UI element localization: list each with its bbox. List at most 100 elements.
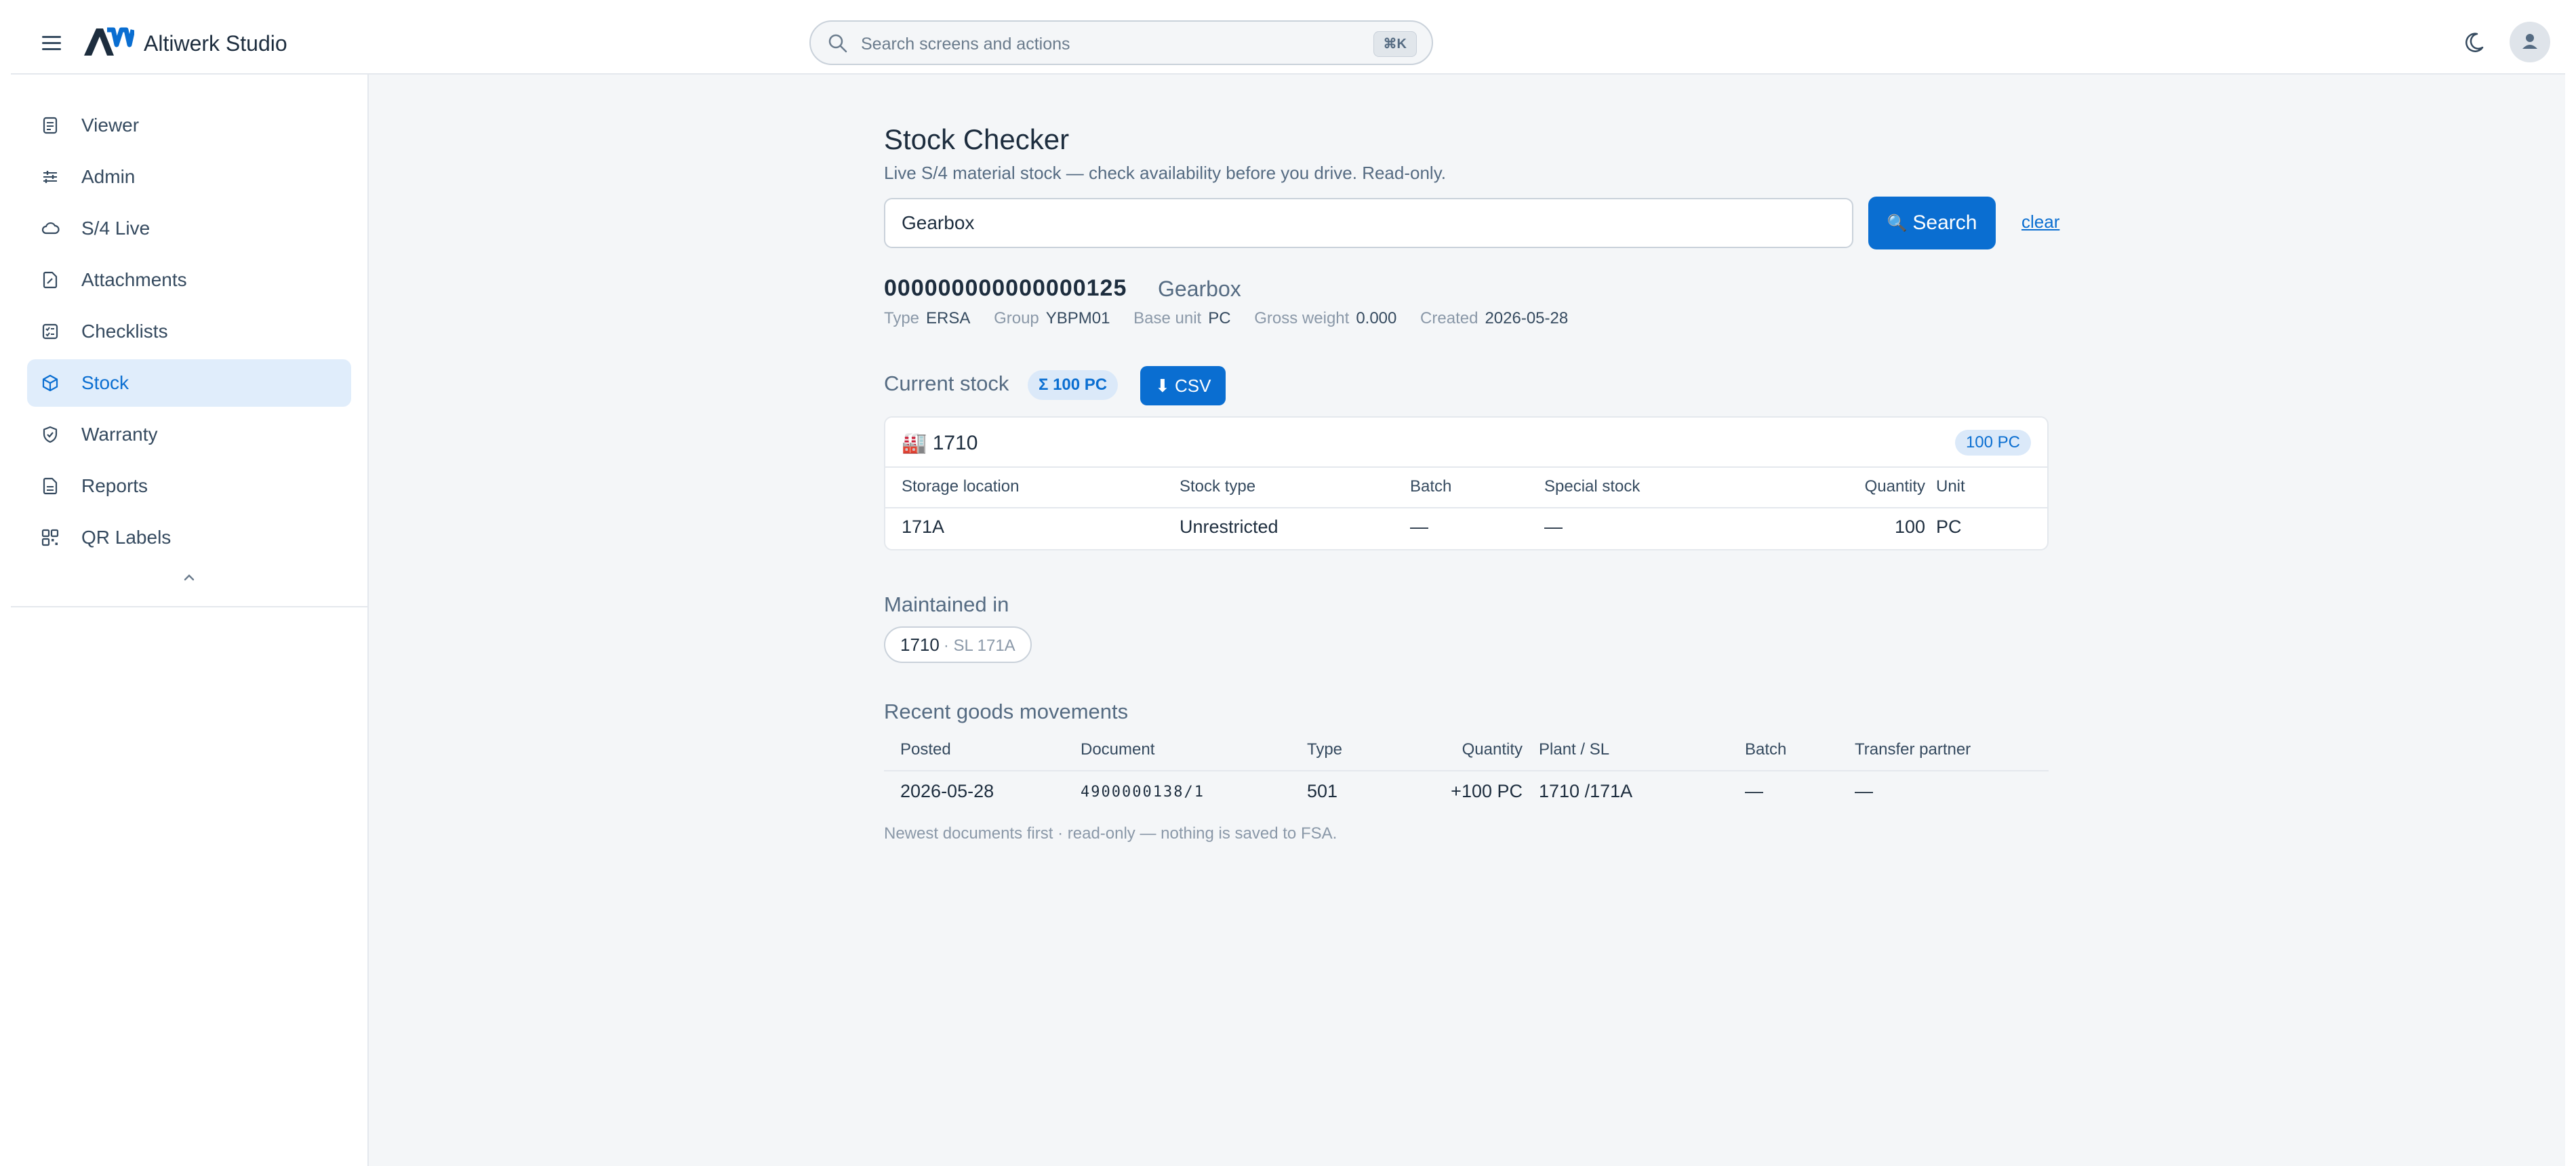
cell-storage-location: 171A (902, 517, 945, 537)
moon-icon[interactable] (2462, 31, 2485, 54)
column-header: Batch (1745, 740, 1787, 759)
cell-stock-type: Unrestricted (1180, 517, 1279, 537)
chevron-up-icon[interactable] (179, 569, 199, 586)
csv-export-button[interactable]: ⬇ CSV (1140, 366, 1226, 405)
search-button[interactable]: 🔍 Search (1868, 197, 1996, 249)
sidebar-item-warranty[interactable]: Warranty (27, 411, 351, 458)
sliders-icon (43, 171, 57, 183)
current-stock-title: Current stock (884, 371, 1009, 395)
sidebar-item-label: Stock (81, 372, 129, 393)
sidebar-item-admin[interactable]: Admin (27, 153, 351, 201)
page-subtitle: Live S/4 material stock — check availabi… (884, 163, 1447, 183)
sidebar-item-label: Admin (81, 166, 136, 187)
document-icon (43, 117, 58, 134)
chip-plant: 1710 (900, 635, 940, 655)
sidebar-item-label: QR Labels (81, 527, 172, 548)
sidebar-item-label: S/4 Live (81, 218, 150, 239)
cell-quantity: +100 PC (1451, 781, 1523, 801)
column-header: Quantity (1864, 477, 1925, 496)
app-window: Altiwerk Studio ⌘K Viewer Admin (11, 11, 2565, 1166)
column-header: Document (1081, 740, 1155, 759)
user-icon (2522, 34, 2537, 49)
box-icon (42, 374, 58, 392)
sidebar-item-s4-live[interactable]: S/4 Live (27, 205, 351, 252)
sidebar-item-reports[interactable]: Reports (27, 462, 351, 510)
cell-transfer-partner: — (1855, 781, 1873, 801)
checklist-icon (42, 323, 58, 340)
sidebar-item-attachments[interactable]: Attachments (27, 256, 351, 304)
meta-value: 0.000 (1356, 309, 1397, 327)
row-divider (885, 507, 2047, 508)
movements-title: Recent goods movements (884, 700, 1129, 723)
column-header: Posted (900, 740, 951, 759)
cell-type: 501 (1307, 781, 1338, 801)
cloud-icon (41, 222, 60, 235)
movements-table: Posted Document Type Quantity Plant / SL… (884, 740, 2049, 815)
plant-chip[interactable]: 1710 · SL 171A (884, 626, 1032, 663)
global-search-input[interactable] (860, 30, 1337, 58)
magnifier-icon: 🔍 (1887, 214, 1908, 233)
cell-posted: 2026-05-28 (900, 781, 994, 801)
shield-icon (43, 426, 58, 443)
material-description: Gearbox (1158, 277, 1241, 301)
cell-document[interactable]: 4900000138/1 (1081, 784, 1205, 801)
material-search-input[interactable] (884, 198, 1853, 248)
app-title: Altiwerk Studio (144, 31, 287, 56)
cell-unit: PC (1936, 517, 1962, 537)
sidebar-item-label: Checklists (81, 321, 168, 342)
column-header: Special stock (1544, 477, 1641, 496)
search-button-label: Search (1912, 212, 1977, 234)
column-header: Plant / SL (1539, 740, 1610, 759)
shortcut-badge: ⌘K (1373, 31, 1417, 57)
material-number: 000000000000000125 (884, 275, 1127, 301)
sidebar-divider (11, 606, 367, 607)
maintained-in-title: Maintained in (884, 592, 1009, 616)
meta-value: ERSA (926, 309, 971, 327)
sidebar-item-checklists[interactable]: Checklists (27, 308, 351, 355)
column-header: Transfer partner (1855, 740, 1971, 759)
top-bar: Altiwerk Studio ⌘K (11, 11, 2565, 75)
sidebar-item-label: Attachments (81, 269, 187, 290)
row-divider (884, 770, 2049, 771)
menu-icon[interactable] (39, 31, 64, 55)
stock-total-badge: Σ 100 PC (1028, 370, 1119, 400)
meta-label: Gross weight (1254, 309, 1350, 327)
clear-link[interactable]: clear (2021, 212, 2059, 233)
meta-label: Type (884, 309, 920, 327)
plant-stock-card: 🏭 1710 100 PC Storage location Stock typ… (884, 416, 2049, 550)
sidebar: Viewer Admin S/4 Live Attachments Checkl… (11, 75, 369, 1166)
material-meta: Type ERSA Group YBPM01 Base unit PC Gross w… (884, 309, 1587, 328)
report-icon (43, 477, 58, 495)
avatar[interactable] (2510, 22, 2550, 62)
cell-batch: — (1745, 781, 1763, 801)
cell-special-stock: — (1544, 517, 1563, 537)
plant-label: 🏭 1710 (902, 432, 978, 454)
sidebar-item-viewer[interactable]: Viewer (27, 102, 351, 149)
meta-value: YBPM01 (1045, 309, 1110, 327)
sidebar-item-label: Warranty (81, 424, 158, 445)
search-icon (828, 34, 847, 53)
meta-label: Group (994, 309, 1039, 327)
column-header: Stock type (1180, 477, 1256, 496)
column-header: Storage location (902, 477, 1020, 496)
page-title: Stock Checker (884, 123, 1070, 155)
column-header: Unit (1936, 477, 1965, 496)
cell-quantity: 100 (1894, 517, 1925, 537)
logo (84, 27, 134, 56)
meta-value: PC (1208, 309, 1231, 327)
movements-footnote: Newest documents first · read-only — not… (884, 824, 1337, 843)
sidebar-item-label: Reports (81, 475, 148, 496)
plant-card-header: 🏭 1710 100 PC (885, 418, 2047, 468)
attachment-icon (43, 271, 58, 289)
sidebar-item-stock[interactable]: Stock (27, 359, 351, 407)
sidebar-item-qr-labels[interactable]: QR Labels (27, 514, 351, 561)
sidebar-item-label: Viewer (81, 115, 140, 136)
global-search[interactable]: ⌘K (809, 20, 1433, 65)
column-header: Quantity (1462, 740, 1523, 759)
column-header: Type (1307, 740, 1343, 759)
meta-value: 2026-05-28 (1485, 309, 1569, 327)
cell-batch: — (1410, 517, 1428, 537)
meta-label: Base unit (1133, 309, 1202, 327)
chip-detail: · SL 171A (943, 637, 1015, 655)
plant-total-badge: 100 PC (1954, 430, 2031, 456)
